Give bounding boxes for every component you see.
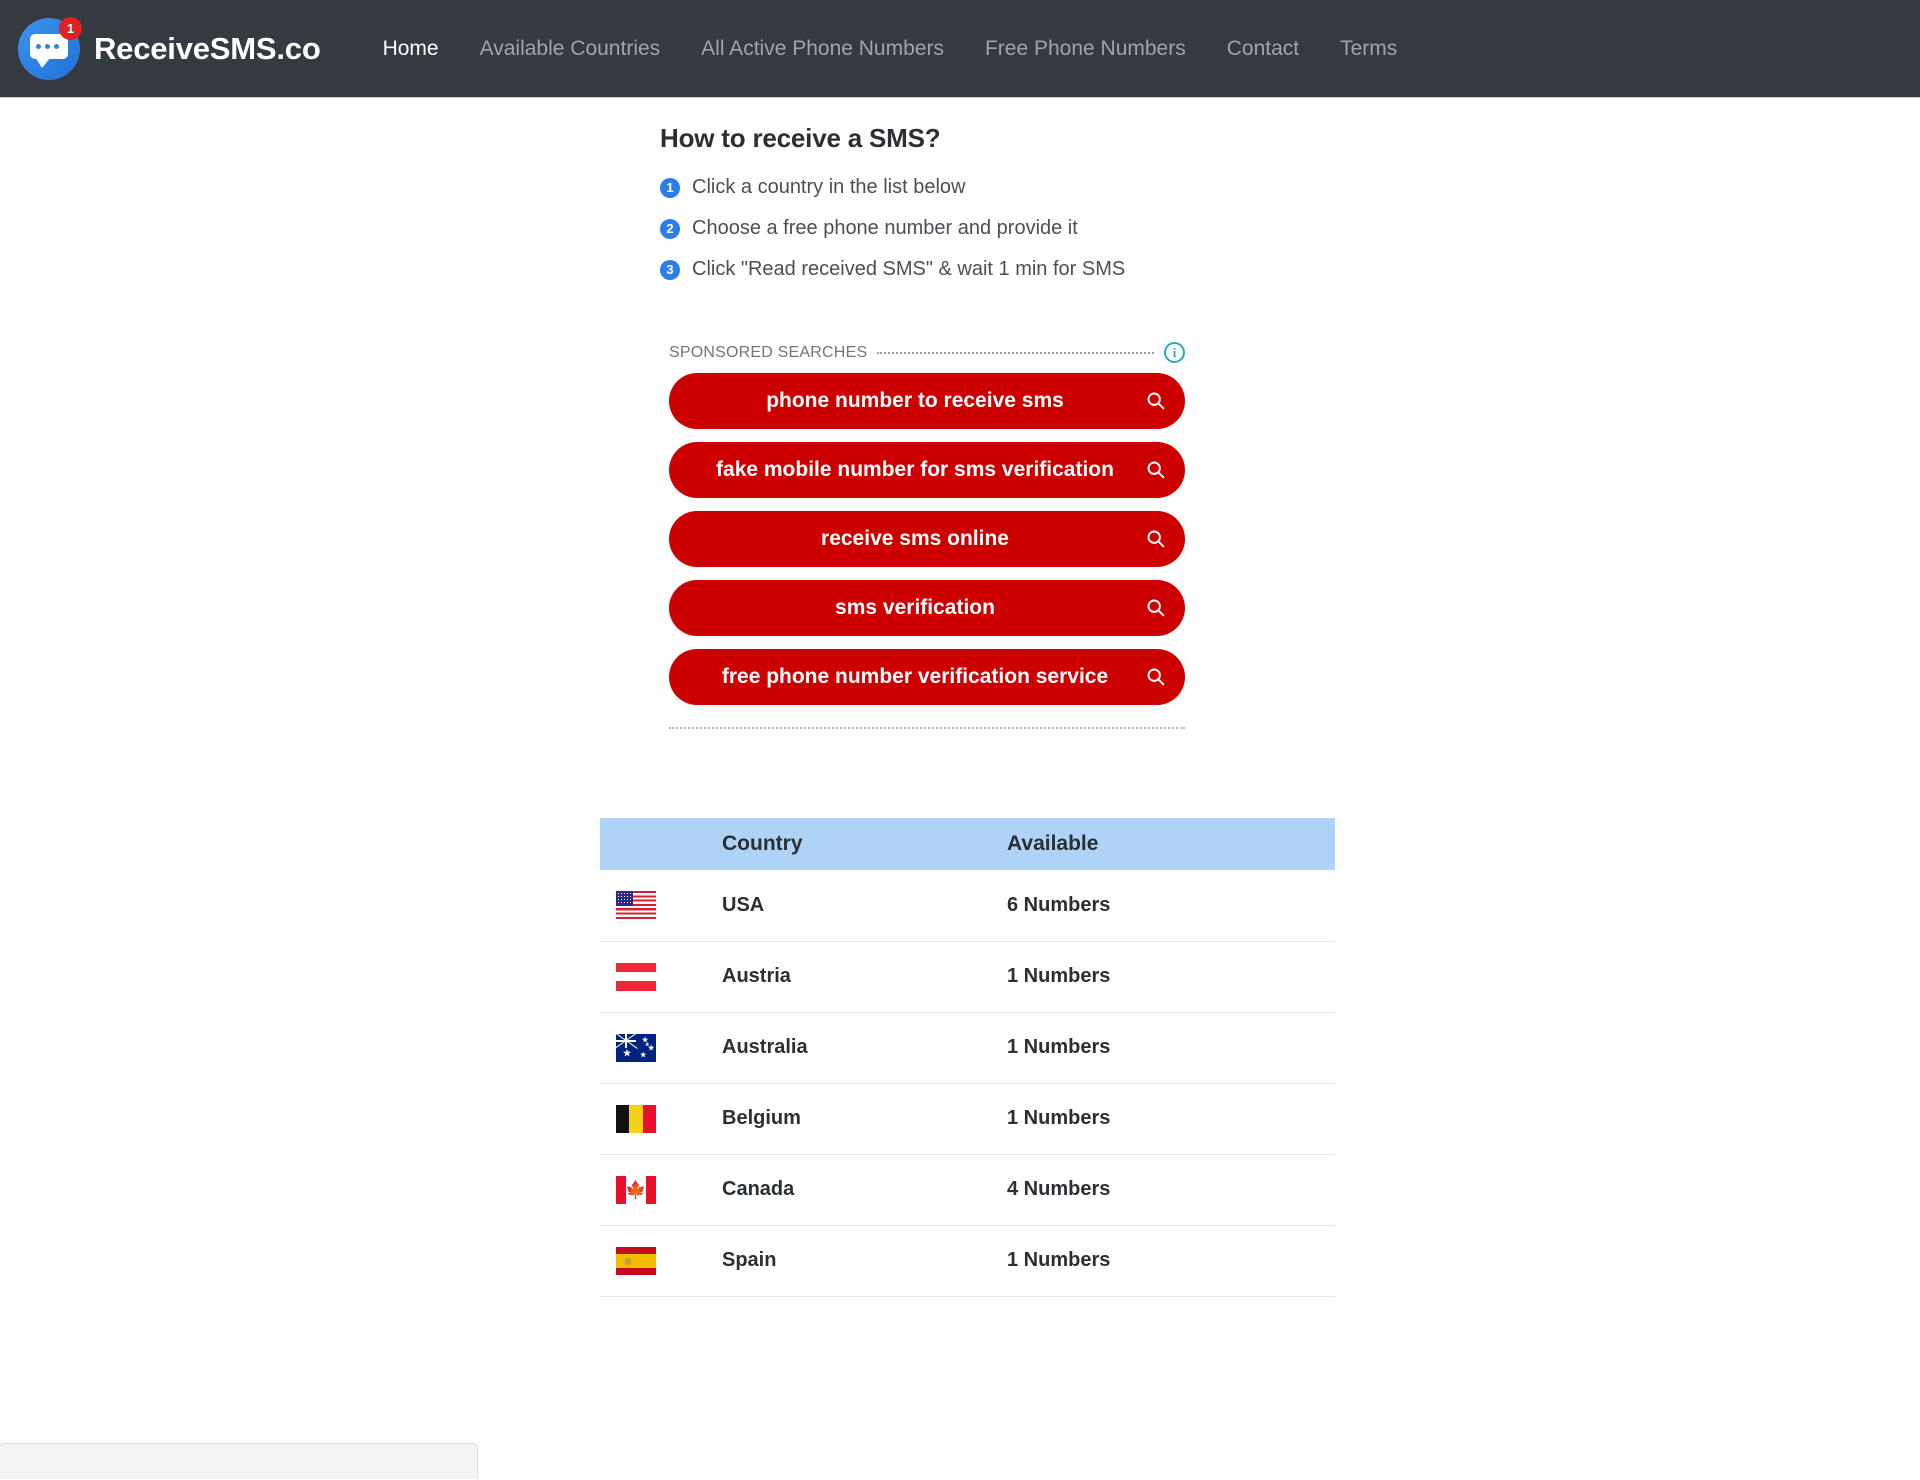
country-name-cell: Canada bbox=[722, 1154, 1007, 1226]
nav-item-terms[interactable]: Terms bbox=[1340, 37, 1397, 61]
country-name-cell: Australia bbox=[722, 1012, 1007, 1084]
sponsored-search-pill[interactable]: fake mobile number for sms verification bbox=[669, 442, 1185, 498]
main-content: How to receive a SMS? 1 Click a country … bbox=[600, 98, 1335, 1297]
table-head: Country Available bbox=[600, 818, 1335, 870]
nav-link-contact[interactable]: Contact bbox=[1227, 37, 1299, 60]
step-text: Choose a free phone number and provide i… bbox=[692, 217, 1078, 239]
sponsored-search-label: phone number to receive sms bbox=[766, 389, 1064, 412]
sponsored-searches-header: SPONSORED SEARCHES i bbox=[669, 342, 1185, 363]
info-circle-icon[interactable]: i bbox=[1164, 342, 1185, 363]
howto-step: 1 Click a country in the list below bbox=[660, 176, 1320, 199]
sponsored-search-label: receive sms online bbox=[821, 527, 1009, 550]
country-flag-cell bbox=[600, 1083, 722, 1155]
available-numbers-cell: 1 Numbers bbox=[1007, 941, 1335, 1013]
sponsored-search-pill[interactable]: free phone number verification service bbox=[669, 649, 1185, 705]
table-row[interactable]: USA 6 Numbers bbox=[600, 870, 1335, 942]
column-header-flag bbox=[600, 818, 722, 870]
nav-item-contact[interactable]: Contact bbox=[1227, 37, 1299, 61]
usa-flag-icon bbox=[616, 891, 656, 920]
table-header-row: Country Available bbox=[600, 818, 1335, 870]
column-header-country: Country bbox=[722, 818, 1007, 870]
sponsored-search-pill[interactable]: sms verification bbox=[669, 580, 1185, 636]
nav-item-home[interactable]: Home bbox=[383, 37, 439, 61]
country-flag-cell: ★ ★ ★ ★ ★ bbox=[600, 1012, 722, 1084]
available-numbers-cell: 6 Numbers bbox=[1007, 870, 1335, 942]
divider bbox=[877, 351, 1154, 354]
country-flag-cell: 🍁 bbox=[600, 1154, 722, 1226]
available-numbers-cell: 1 Numbers bbox=[1007, 1083, 1335, 1155]
nav-item-free-phone-numbers[interactable]: Free Phone Numbers bbox=[985, 37, 1186, 61]
howto-step: 3 Click "Read received SMS" & wait 1 min… bbox=[660, 258, 1320, 281]
brand-logo-link[interactable]: 1 ReceiveSMS.co bbox=[18, 16, 321, 80]
search-icon bbox=[1145, 597, 1166, 618]
nav-link-free-phone-numbers[interactable]: Free Phone Numbers bbox=[985, 37, 1186, 60]
table-row[interactable]: ★ ★ ★ ★ ★ Australia 1 Numbers bbox=[600, 1012, 1335, 1084]
country-name-cell: Belgium bbox=[722, 1083, 1007, 1155]
available-numbers-cell: 1 Numbers bbox=[1007, 1225, 1335, 1297]
sponsored-search-label: free phone number verification service bbox=[721, 665, 1109, 688]
sponsored-searches-label: SPONSORED SEARCHES bbox=[669, 343, 868, 361]
country-table: Country Available USA 6 Numbers Austria … bbox=[600, 818, 1335, 1297]
brand-name: ReceiveSMS.co bbox=[94, 30, 321, 66]
page-body: How to receive a SMS? 1 Click a country … bbox=[0, 98, 1920, 1479]
howto-step: 2 Choose a free phone number and provide… bbox=[660, 217, 1320, 240]
sponsored-search-label: fake mobile number for sms verification bbox=[716, 458, 1114, 481]
step-text: Click a country in the list below bbox=[692, 176, 966, 198]
nav-item-available-countries[interactable]: Available Countries bbox=[480, 37, 661, 61]
country-name-cell: Austria bbox=[722, 941, 1007, 1013]
howto-steps-list: 1 Click a country in the list below 2 Ch… bbox=[660, 176, 1320, 281]
country-flag-cell bbox=[600, 941, 722, 1013]
search-icon bbox=[1145, 390, 1166, 411]
logo-notification-badge: 1 bbox=[59, 16, 82, 40]
sponsored-search-pill[interactable]: phone number to receive sms bbox=[669, 373, 1185, 429]
canada-flag-icon: 🍁 bbox=[616, 1175, 656, 1204]
search-icon bbox=[1145, 666, 1166, 687]
page-title: How to receive a SMS? bbox=[660, 123, 941, 153]
sponsored-search-label: sms verification bbox=[835, 596, 995, 619]
search-icon bbox=[1145, 528, 1166, 549]
nav-link-terms[interactable]: Terms bbox=[1340, 37, 1397, 60]
nav-link-available-countries[interactable]: Available Countries bbox=[480, 37, 661, 60]
nav-link-home[interactable]: Home bbox=[383, 37, 439, 60]
step-number-badge: 1 bbox=[660, 177, 680, 198]
country-name-cell: Spain bbox=[722, 1225, 1007, 1297]
spain-flag-icon bbox=[616, 1246, 656, 1275]
available-numbers-cell: 4 Numbers bbox=[1007, 1154, 1335, 1226]
sponsored-searches-block: SPONSORED SEARCHES i phone number to rec… bbox=[669, 342, 1185, 729]
table-row[interactable]: 🍁 Canada 4 Numbers bbox=[600, 1154, 1335, 1226]
belgium-flag-icon bbox=[616, 1104, 656, 1133]
chat-bubble-icon: 1 bbox=[18, 16, 82, 80]
table-row[interactable]: Austria 1 Numbers bbox=[600, 941, 1335, 1013]
step-text: Click "Read received SMS" & wait 1 min f… bbox=[692, 258, 1126, 280]
country-name-cell: USA bbox=[722, 870, 1007, 942]
sponsored-search-pill[interactable]: receive sms online bbox=[669, 511, 1185, 567]
table-row[interactable]: Spain 1 Numbers bbox=[600, 1225, 1335, 1297]
step-number-badge: 2 bbox=[660, 218, 680, 239]
nav-link-all-active-phone-numbers[interactable]: All Active Phone Numbers bbox=[701, 37, 944, 60]
country-flag-cell bbox=[600, 870, 722, 942]
nav-links: Home Available Countries All Active Phon… bbox=[383, 37, 1398, 61]
country-table-container: Country Available USA 6 Numbers Austria … bbox=[600, 818, 1335, 1297]
column-header-available: Available bbox=[1007, 818, 1335, 870]
table-body: USA 6 Numbers Austria 1 Numbers ★ ★ ★ ★ … bbox=[600, 870, 1335, 1297]
bottom-left-panel[interactable] bbox=[0, 1443, 478, 1479]
australia-flag-icon: ★ ★ ★ ★ ★ bbox=[616, 1033, 656, 1062]
nav-item-all-active-phone-numbers[interactable]: All Active Phone Numbers bbox=[701, 37, 944, 61]
search-icon bbox=[1145, 459, 1166, 480]
country-flag-cell bbox=[600, 1225, 722, 1297]
step-number-badge: 3 bbox=[660, 259, 680, 280]
available-numbers-cell: 1 Numbers bbox=[1007, 1012, 1335, 1084]
austria-flag-icon bbox=[616, 962, 656, 991]
table-row[interactable]: Belgium 1 Numbers bbox=[600, 1083, 1335, 1155]
top-navigation-bar: 1 ReceiveSMS.co Home Available Countries… bbox=[0, 0, 1920, 98]
